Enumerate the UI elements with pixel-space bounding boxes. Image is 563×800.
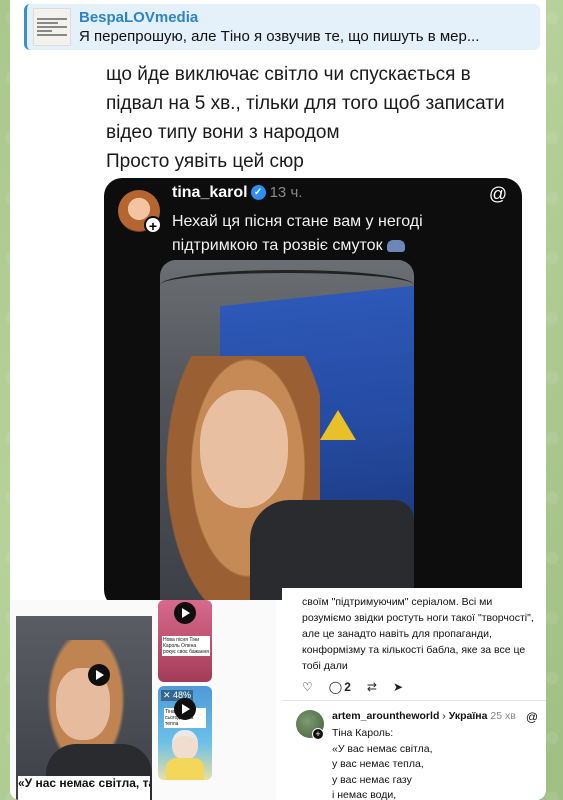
threads-logo-icon: @ (525, 710, 538, 724)
thumb-1-text: Нова пісня Тіни Кароль Олена рокує своє … (162, 636, 210, 656)
play-icon (174, 698, 196, 720)
comment-location: Україна (448, 710, 488, 722)
screenshot-line: що йде виключає світло чи спускається в (106, 64, 471, 85)
divider (282, 700, 546, 701)
collage-caption: «У нас немає світла, та у нас є (18, 776, 150, 800)
comment-line: і немає води, (332, 789, 397, 800)
comment-line: у вас немає тепла, (332, 758, 424, 770)
reply-preview[interactable]: BespaLOVmedia Я перепрошую, але Тіно я о… (24, 4, 540, 50)
threads-logo-icon: @ (488, 184, 508, 204)
post-video (160, 260, 414, 600)
reply-icon: ◯ 2 (328, 680, 351, 694)
threads-post-card: + tina_karol ✓ 13 ч. @ Нехай ця пісня стан… (104, 178, 522, 600)
comment-username: artem_arountheworld (332, 710, 440, 722)
reply-snippet: Я перепрошую, але Тіно я озвучив те, що … (79, 27, 480, 45)
collage-main-video (16, 616, 152, 800)
screenshot-line: відео типу вони з народом (106, 122, 340, 143)
warning-sign-icon (320, 410, 356, 440)
comment-line: Тіна Кароль: (332, 727, 394, 739)
share-icon: ➤ (392, 680, 404, 694)
chevron-right-icon: › (442, 710, 446, 722)
verified-icon: ✓ (250, 185, 266, 201)
person-face (200, 390, 288, 508)
post-text: Нехай ця пісня стане вам у негоді підтри… (172, 213, 423, 254)
play-icon (88, 664, 110, 686)
message-bubble[interactable]: BespaLOVmedia Я перепрошую, але Тіно я о… (10, 0, 546, 800)
threads-comments-image[interactable]: своїм "підтримуючим" серіалом. Всі ми ро… (282, 588, 546, 800)
post-username: tina_karol (172, 184, 248, 201)
screenshot-line: підвал на 5 хв., тільки для того щоб зап… (106, 93, 505, 114)
collage-thumb-1: Нова пісня Тіни Кароль Олена рокує своє … (158, 600, 212, 682)
comment-text: Тіна Кароль: «У вас немає світла, у вас … (332, 726, 532, 800)
reply-thumbnail (33, 8, 71, 46)
follow-plus-icon: + (144, 216, 162, 234)
screenshot-image[interactable]: що йде виключає світло чи спускається в … (34, 52, 544, 600)
comment-time: 25 хв (490, 710, 516, 722)
repost-icon: ⇄ (366, 680, 377, 694)
video-collage-image[interactable]: «У нас немає світла, та у нас є Нова піс… (10, 600, 276, 800)
reply-count: 2 (344, 680, 351, 694)
follow-plus-icon: + (312, 728, 324, 740)
play-icon (174, 602, 196, 624)
comment-header: artem_arountheworld › Україна 25 хв (332, 710, 516, 722)
post-time: 13 ч. (269, 184, 303, 201)
post-body: Нехай ця пісня стане вам у негоді підтри… (172, 210, 502, 258)
people-emoji-icon (387, 239, 406, 252)
comment-actions: ♡ ◯ 2 ⇄ ➤ (302, 680, 403, 694)
comment-line: «У вас немає світла, (332, 742, 433, 755)
screenshot-line: Просто уявіть цей сюр (106, 151, 304, 172)
heart-icon: ♡ (302, 680, 313, 694)
screenshot-text: що йде виключає світло чи спускається в … (106, 60, 536, 176)
post-header: tina_karol ✓ 13 ч. (172, 184, 302, 202)
reply-author: BespaLOVmedia (79, 8, 199, 26)
collage-thumb-2: ✕ 48% Тіна Кароль сьогодні без тепла (158, 686, 212, 780)
previous-comment-text: своїм "підтримуючим" серіалом. Всі ми ро… (302, 596, 534, 672)
comment-line: у вас немає газу (332, 773, 412, 786)
